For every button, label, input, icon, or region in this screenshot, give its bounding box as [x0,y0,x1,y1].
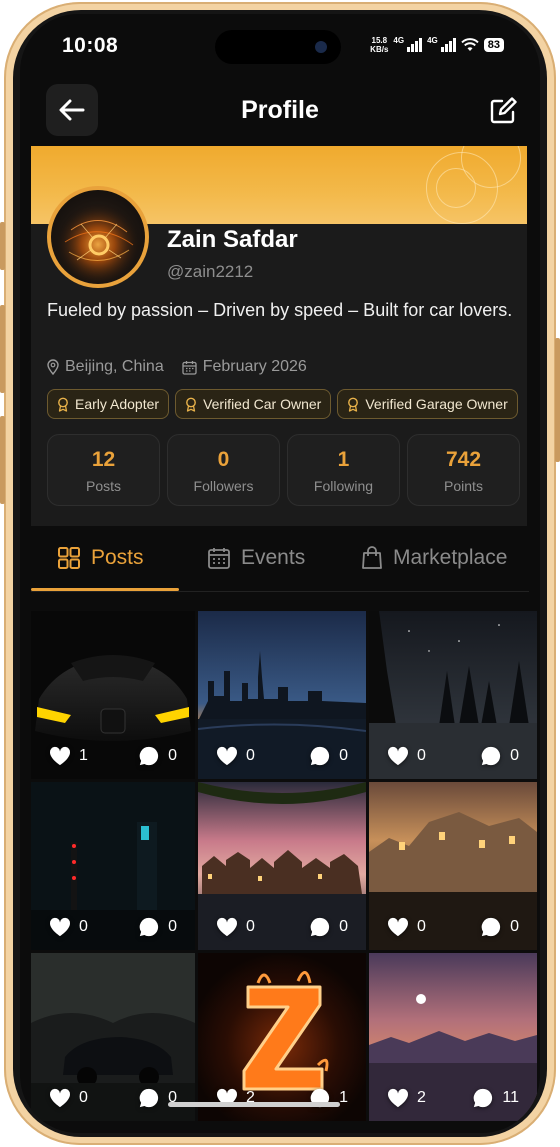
heart-icon[interactable] [387,1088,409,1108]
screen: 10:08 15.8 KB/s 4G 4G 83 Profile Zain Sa… [20,14,540,1133]
comment-icon[interactable] [138,916,160,938]
stat-label: Following [313,478,374,494]
award-icon [186,397,196,412]
award-icon [58,397,68,412]
status-icons: 15.8 KB/s 4G 4G 83 [370,36,504,54]
post-thumbnail[interactable]: 0 0 [369,611,537,779]
post-thumbnail[interactable]: 0 0 [369,782,537,950]
heart-icon[interactable] [216,917,238,937]
badge-early-adopter: Early Adopter [47,389,170,419]
comment-icon[interactable] [480,745,502,767]
post-thumbnail[interactable]: 0 0 [31,953,195,1121]
post-thumbnail[interactable]: 2 11 [369,953,537,1121]
profile-tabs: Posts Events Marketplace [31,534,529,592]
badge-verified-garage-owner: Verified Garage Owner [337,389,518,419]
post-thumbnail[interactable]: 1 0 [31,611,195,779]
comment-icon[interactable] [138,745,160,767]
post-stats: 0 0 [31,916,195,938]
grid-icon [58,547,80,569]
post-thumbnail[interactable]: 0 0 [31,782,195,950]
stat-following[interactable]: 1 Following [287,434,400,506]
profile-handle: @zain2212 [167,262,254,281]
calendar-icon [208,548,230,569]
post-stats: 2 11 [369,1087,537,1109]
stat-followers[interactable]: 0 Followers [167,434,280,506]
stat-value: 742 [445,448,482,471]
stat-label: Followers [193,478,254,494]
stat-posts[interactable]: 12 Posts [47,434,160,506]
avatar[interactable] [47,186,149,288]
wifi-icon [461,38,479,51]
signal-icon [407,38,423,52]
home-indicator[interactable] [168,1102,340,1107]
stat-value: 0 [217,448,230,471]
joined-date: February 2026 [182,358,307,376]
post-thumbnail[interactable]: 2 1 [198,953,366,1121]
tab-posts[interactable]: Posts [57,546,144,570]
post-stats: 0 0 [198,745,366,767]
heart-icon[interactable] [49,1088,71,1108]
tab-marketplace[interactable]: Marketplace [361,546,507,570]
phone-volume-up-button [0,305,5,393]
heart-icon[interactable] [387,746,409,766]
calendar-icon [182,360,197,375]
location: Beijing, China [47,358,164,376]
post-stats: 0 0 [369,916,537,938]
post-stats: 1 0 [31,745,195,767]
comment-icon[interactable] [480,916,502,938]
location-pin-icon [47,359,59,375]
phone-power-button [555,338,560,462]
tab-events[interactable]: Events [207,546,305,570]
profile-bio: Fueled by passion – Driven by speed – Bu… [47,300,513,320]
profile-meta: Beijing, China February 2026 [47,358,307,376]
comment-icon[interactable] [309,916,331,938]
heart-icon[interactable] [49,917,71,937]
stat-value: 1 [337,448,350,471]
post-stats: 0 0 [369,745,537,767]
phone-action-button [0,222,5,270]
phone-bezel: 10:08 15.8 KB/s 4G 4G 83 Profile Zain Sa… [13,10,547,1137]
post-thumbnail[interactable]: 0 0 [198,782,366,950]
battery-indicator: 83 [483,38,504,52]
status-time: 10:08 [62,34,119,57]
shopping-bag-icon [362,546,382,569]
heart-icon[interactable] [387,917,409,937]
app-header: Profile [20,84,540,138]
status-bar: 10:08 15.8 KB/s 4G 4G 83 [20,30,540,64]
stat-label: Points [444,478,483,494]
dynamic-island [215,30,341,64]
network-type-1: 4G [393,36,405,45]
comment-icon[interactable] [309,745,331,767]
active-tab-indicator [31,588,179,591]
profile-name: Zain Safdar [167,226,298,253]
post-thumbnail[interactable]: 0 0 [198,611,366,779]
stat-label: Posts [85,478,121,494]
comment-icon[interactable] [138,1087,160,1109]
signal-icon [440,38,456,52]
phone-volume-down-button [0,416,5,504]
post-stats: 0 0 [198,916,366,938]
profile-card: Zain Safdar @zain2212 Fueled by passion … [31,146,527,526]
heart-icon[interactable] [216,746,238,766]
comment-icon[interactable] [472,1087,494,1109]
stats-row: 12 Posts 0 Followers 1 Following 742 Poi… [47,434,520,506]
badge-verified-car-owner: Verified Car Owner [175,389,332,419]
badge-list: Early Adopter Verified Car Owner Verifie… [47,389,518,419]
network-speed: 15.8 KB/s [370,36,389,54]
page-title: Profile [241,96,319,124]
award-icon [348,397,359,412]
heart-icon[interactable] [49,746,71,766]
stat-points[interactable]: 742 Points [407,434,520,506]
network-type-2: 4G [427,36,438,45]
edit-icon[interactable] [488,96,518,126]
post-grid: 1 0 0 0 0 0 0 0 0 0 0 0 0 0 2 1 2 11 [31,611,537,1121]
stat-value: 12 [91,448,116,471]
